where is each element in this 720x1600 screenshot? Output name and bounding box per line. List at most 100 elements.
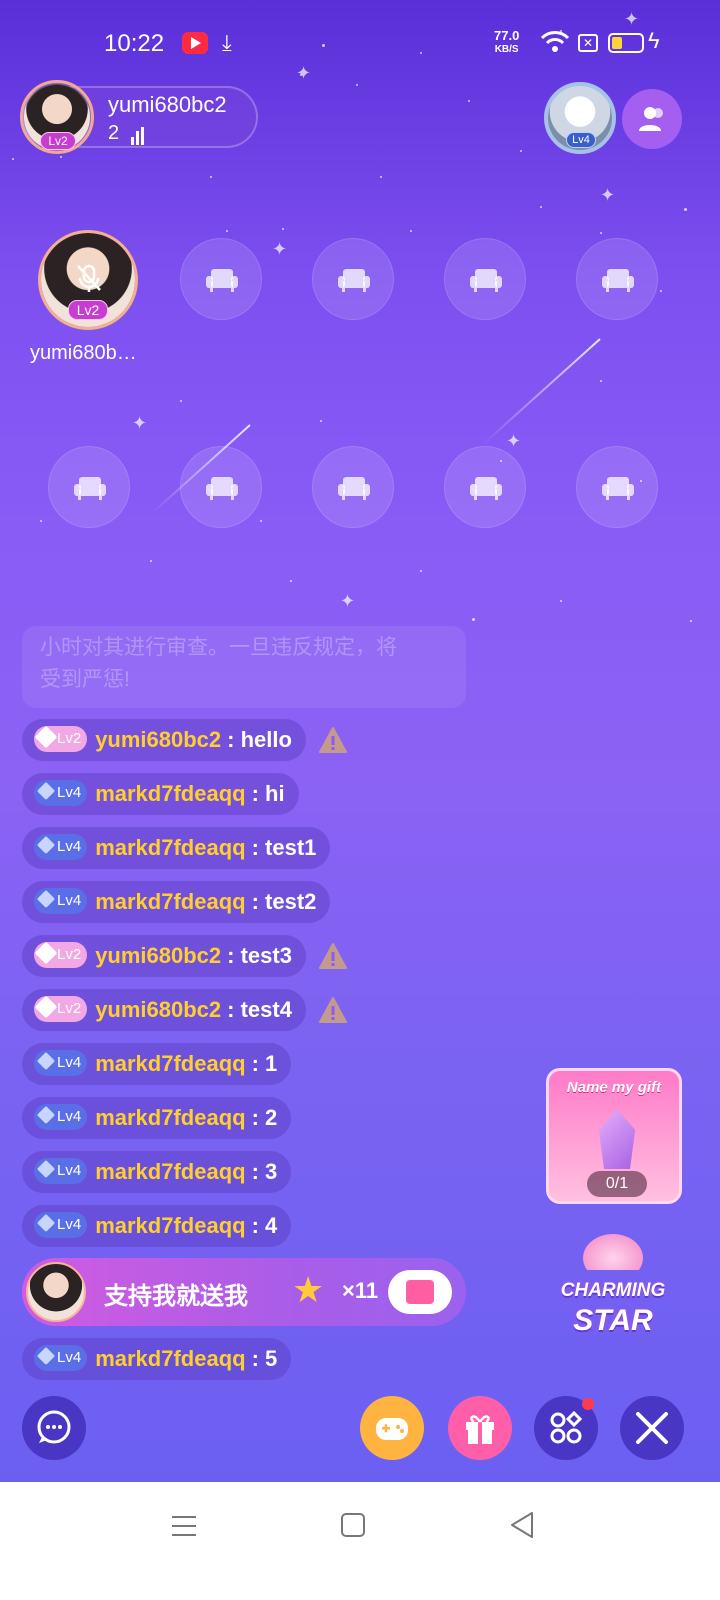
network-speed: 77.0 KB/S	[494, 29, 519, 56]
charming-star-event[interactable]: CHARMING STAR	[548, 1230, 678, 1350]
chat-username[interactable]: markd7fdeaqq	[95, 1159, 245, 1184]
warning-icon[interactable]	[318, 726, 348, 754]
wifi-icon	[540, 31, 570, 52]
user-level-badge: Lv2	[34, 941, 88, 969]
chat-username[interactable]: markd7fdeaqq	[95, 1346, 245, 1371]
chat-message[interactable]: Lv4 markd7fdeaqq: test2	[22, 881, 331, 923]
empty-seat[interactable]	[312, 446, 394, 528]
star-dot	[660, 290, 662, 292]
chat-message[interactable]: Lv4 markd7fdeaqq: 2	[22, 1097, 292, 1139]
user-level-text: Lv4	[57, 838, 82, 856]
battery-icon	[608, 33, 644, 53]
sofa-icon	[602, 477, 634, 500]
gift-button[interactable]	[448, 1396, 512, 1460]
user-level-badge: Lv4	[34, 834, 88, 861]
user-level-text: Lv4	[57, 1054, 82, 1072]
sofa-icon	[470, 477, 502, 500]
chat-message[interactable]: Lv4 markd7fdeaqq: 4	[22, 1205, 292, 1247]
send-gift-button[interactable]	[388, 1270, 452, 1314]
empty-seat[interactable]	[180, 446, 262, 528]
star-dot	[282, 228, 284, 230]
signal-bars-icon	[130, 122, 146, 145]
host-level-badge: Lv2	[40, 132, 76, 150]
chat-text: : hello	[227, 727, 292, 752]
empty-seat[interactable]	[312, 238, 394, 320]
star-dot	[520, 150, 522, 152]
chat-username[interactable]: yumi680bc2	[95, 727, 221, 752]
gem-icon	[34, 725, 58, 749]
sparkle-icon: ✦	[296, 63, 312, 83]
chat-username[interactable]: markd7fdeaqq	[95, 1105, 245, 1130]
chat-message[interactable]: Lv4 markd7fdeaqq: 5	[22, 1338, 292, 1380]
sofa-icon	[206, 269, 238, 292]
name-my-gift-progress: 0/1	[587, 1171, 647, 1197]
user-level-badge: Lv4	[34, 1104, 88, 1131]
star-dot	[600, 380, 602, 382]
warning-icon[interactable]	[318, 996, 348, 1024]
chat-message[interactable]: Lv4 markd7fdeaqq: 3	[22, 1151, 292, 1193]
chat-input-button[interactable]	[22, 1396, 86, 1460]
empty-seat[interactable]	[180, 238, 262, 320]
sofa-icon	[74, 477, 106, 500]
home-icon[interactable]	[340, 1512, 366, 1538]
chat-username[interactable]: yumi680bc2	[95, 997, 221, 1022]
chat-username[interactable]: markd7fdeaqq	[95, 781, 245, 806]
gem-icon	[36, 1214, 56, 1233]
chat-message[interactable]: Lv4 markd7fdeaqq: test1	[22, 827, 331, 869]
games-button[interactable]	[360, 1396, 424, 1460]
star-dot	[472, 618, 475, 621]
sparkle-icon: ✦	[506, 431, 522, 451]
chat-username[interactable]: markd7fdeaqq	[95, 835, 245, 860]
seat-host-name: yumi680b…	[30, 342, 137, 364]
listener-count: 2	[108, 122, 146, 145]
gamepad-icon	[376, 1418, 408, 1440]
user-level-badge: Lv4	[34, 1158, 88, 1185]
youtube-notification-icon	[182, 32, 208, 54]
chat-text: : test4	[227, 997, 292, 1022]
top-contributor-level-badge: Lv4	[566, 132, 596, 148]
status-bar: 10:22 ⤓ 77.0 KB/S ✕ ϟ	[0, 26, 720, 66]
gem-icon	[34, 995, 58, 1019]
chat-message[interactable]: Lv2 yumi680bc2: hello	[22, 719, 306, 761]
chat-message[interactable]: Lv4 markd7fdeaqq: 1	[22, 1043, 292, 1085]
star-dot	[210, 176, 212, 178]
back-icon[interactable]	[508, 1510, 536, 1540]
chat-message[interactable]: Lv4 markd7fdeaqq: hi	[22, 773, 299, 815]
user-level-text: Lv2	[57, 946, 82, 964]
empty-seat[interactable]	[576, 238, 658, 320]
user-level-text: Lv4	[57, 784, 82, 802]
warning-icon[interactable]	[318, 942, 348, 970]
star-dot	[12, 158, 14, 160]
system-navigation-bar	[0, 1482, 720, 1600]
gift-send-icon	[406, 1280, 434, 1304]
chat-username[interactable]: markd7fdeaqq	[95, 1051, 245, 1076]
charging-icon: ϟ	[648, 28, 660, 53]
user-level-text: Lv4	[57, 1216, 82, 1234]
download-icon: ⤓	[222, 30, 232, 55]
empty-seat[interactable]	[48, 446, 130, 528]
chat-username[interactable]: markd7fdeaqq	[95, 889, 245, 914]
star-dot	[180, 400, 182, 402]
notification-dot	[582, 1398, 594, 1410]
name-my-gift-title: Name my gift	[566, 1079, 662, 1096]
exit-room-button[interactable]	[620, 1396, 684, 1460]
star-dot	[320, 420, 322, 422]
sofa-icon	[338, 477, 370, 500]
chat-message[interactable]: Lv2 yumi680bc2: test3	[22, 935, 306, 977]
star-dot	[540, 206, 542, 208]
star-dot	[420, 570, 422, 572]
sofa-icon	[602, 269, 634, 292]
user-level-badge: Lv4	[34, 888, 88, 915]
empty-seat[interactable]	[444, 446, 526, 528]
chat-message[interactable]: Lv2 yumi680bc2: test4	[22, 989, 306, 1031]
name-my-gift-card[interactable]: Name my gift 0/1	[546, 1068, 682, 1204]
chat-username[interactable]: yumi680bc2	[95, 943, 221, 968]
empty-seat[interactable]	[576, 446, 658, 528]
recents-menu-icon[interactable]	[170, 1512, 198, 1540]
room-notice-line2: 受到严惩!	[40, 668, 130, 691]
online-users-button[interactable]	[622, 89, 682, 149]
gift-banner-text: 支持我就送我	[104, 1283, 248, 1310]
empty-seat[interactable]	[444, 238, 526, 320]
gift-promo-banner[interactable]: 支持我就送我 ★ ×11	[22, 1258, 466, 1326]
chat-username[interactable]: markd7fdeaqq	[95, 1213, 245, 1238]
